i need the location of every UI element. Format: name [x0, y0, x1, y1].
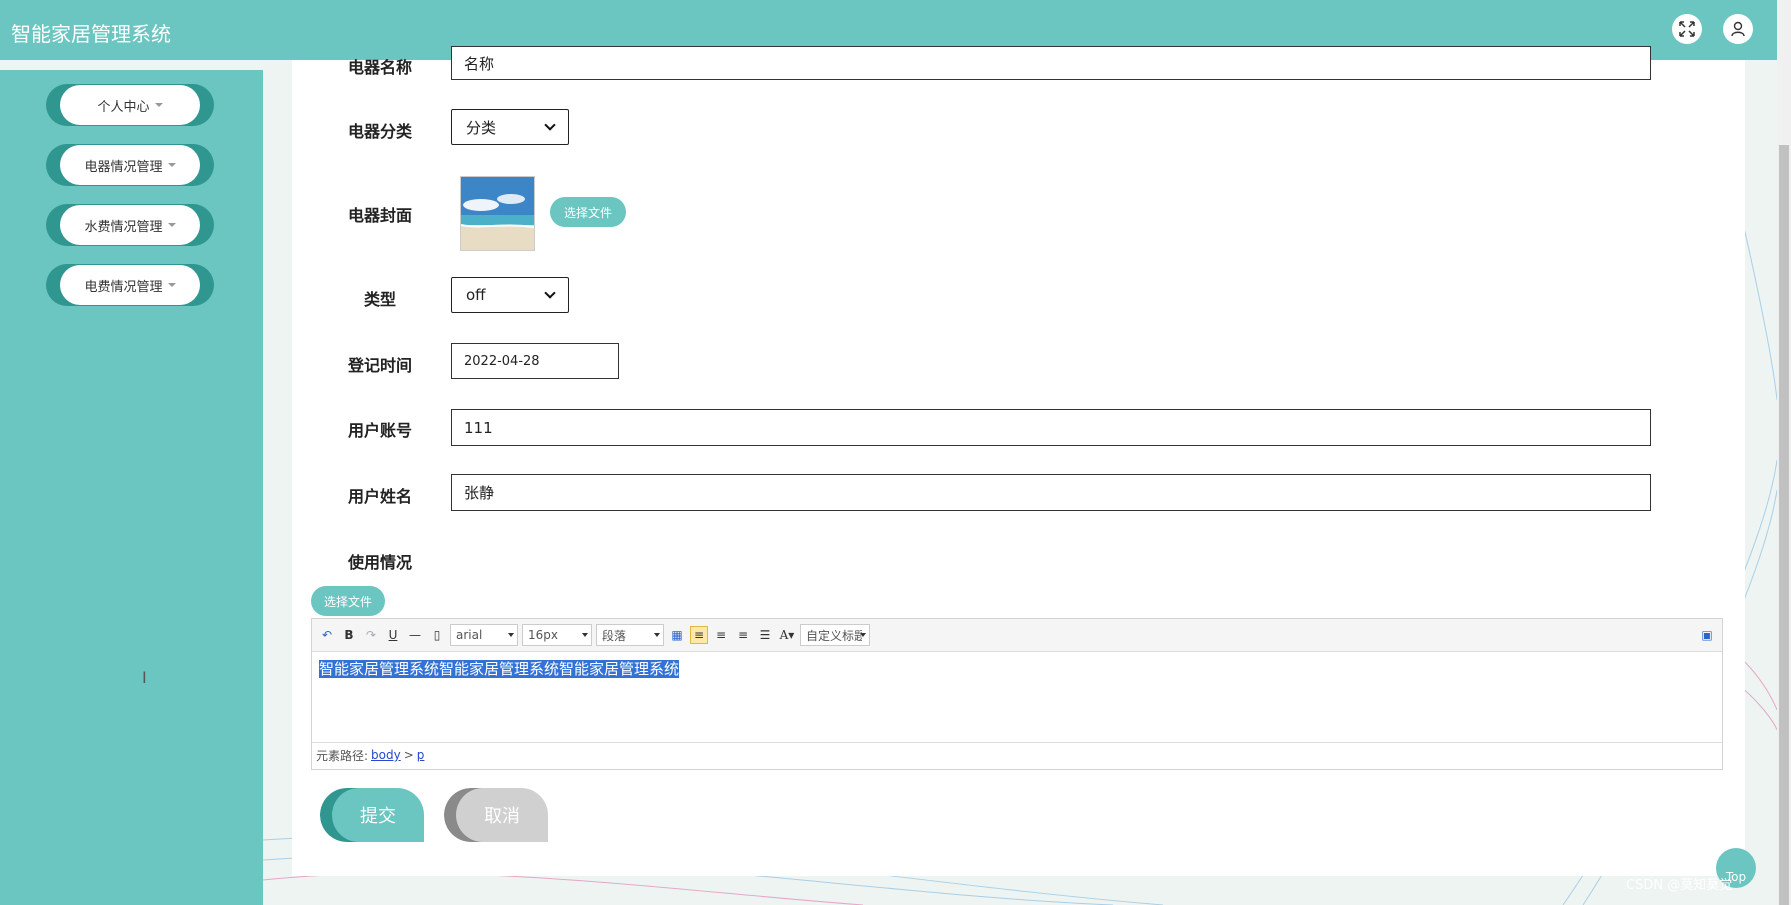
font-size-select[interactable]: 16px — [522, 624, 592, 646]
account-input[interactable]: 111 — [451, 409, 1651, 446]
form-card: 电器名称 名称 电器分类 分类 电器封面 选择文件 类型 off 登记时间 20… — [292, 46, 1745, 876]
reg-time-label: 登记时间 — [347, 356, 412, 375]
cover-label: 电器封面 — [347, 206, 412, 225]
user-button[interactable] — [1723, 14, 1753, 44]
preview-icon[interactable]: ▣ — [1698, 626, 1716, 644]
align-right-icon[interactable]: ≡ — [712, 626, 730, 644]
font-family-value: arial — [456, 628, 483, 642]
username-label: 用户姓名 — [347, 487, 412, 506]
caret-down-icon — [508, 633, 514, 637]
type-select[interactable]: off — [451, 277, 569, 313]
scrollbar-thumb[interactable] — [1779, 145, 1789, 905]
chevron-down-icon — [544, 119, 556, 131]
table-icon[interactable]: ▦ — [668, 626, 686, 644]
paragraph-select[interactable]: 段落 — [596, 624, 664, 646]
align-justify-icon[interactable]: ☰ — [756, 626, 774, 644]
font-size-value: 16px — [528, 628, 558, 642]
sidebar-item-label: 水费情况管理 — [84, 219, 163, 235]
caret-down-icon — [167, 283, 176, 287]
submit-button[interactable]: 提交 — [320, 788, 424, 842]
caret-down-icon — [154, 103, 163, 107]
cover-thumbnail — [460, 176, 535, 251]
align-left-icon[interactable]: ≡ — [690, 626, 708, 644]
reg-time-input[interactable]: 2022-04-28 — [451, 343, 619, 379]
username-input[interactable]: 张静 — [451, 474, 1651, 511]
element-path-label: 元素路径: — [316, 748, 369, 763]
paragraph-value: 段落 — [602, 628, 627, 643]
sidebar-item-water-fee-management[interactable]: 水费情况管理 — [46, 204, 214, 246]
caret-down-icon — [167, 223, 176, 227]
chevron-down-icon — [544, 287, 556, 299]
document-icon[interactable]: ▯ — [428, 626, 446, 644]
sidebar-item-appliance-management[interactable]: 电器情况管理 — [46, 144, 214, 186]
sidebar-item-label: 个人中心 — [97, 99, 150, 115]
submit-button-label: 提交 — [332, 788, 424, 842]
usage-label: 使用情况 — [347, 553, 412, 572]
sidebar-item-personal-center[interactable]: 个人中心 — [46, 84, 214, 126]
align-center-icon[interactable]: ≡ — [734, 626, 752, 644]
sidebar: 个人中心 电器情况管理 水费情况管理 电费情况管理 — [0, 70, 263, 905]
horizontal-rule-icon[interactable]: — — [406, 626, 424, 644]
rich-text-editor[interactable]: ↶ B ↷ U — ▯ arial 16px 段落 ▦ ≡ ≡ ≡ ☰ A▾ 自… — [311, 618, 1723, 770]
name-input[interactable]: 名称 — [451, 46, 1651, 80]
undo-icon[interactable]: ↶ — [318, 626, 336, 644]
caret-down-icon — [654, 633, 660, 637]
type-selected: off — [466, 286, 486, 304]
beach-image — [461, 177, 534, 250]
element-path-body-link[interactable]: body — [371, 748, 401, 762]
cancel-button-label: 取消 — [456, 788, 548, 842]
cancel-button[interactable]: 取消 — [444, 788, 548, 842]
watermark-text: CSDN @莫知莫觉 — [1626, 878, 1733, 893]
redo-icon[interactable]: ↷ — [362, 626, 380, 644]
fullscreen-button[interactable] — [1672, 14, 1702, 44]
editor-selected-text: 智能家居管理系统智能家居管理系统智能家居管理系统 — [319, 660, 680, 678]
type-label: 类型 — [363, 290, 396, 309]
editor-toolbar: ↶ B ↷ U — ▯ arial 16px 段落 ▦ ≡ ≡ ≡ ☰ A▾ 自… — [312, 619, 1722, 652]
editor-element-path: 元素路径: body > p — [312, 742, 1722, 767]
user-icon — [1731, 21, 1745, 37]
cover-choose-file-button[interactable]: 选择文件 — [550, 197, 626, 227]
name-label: 电器名称 — [347, 58, 412, 77]
sidebar-item-electricity-fee-management[interactable]: 电费情况管理 — [46, 264, 214, 306]
category-selected: 分类 — [466, 118, 497, 137]
text-cursor-icon: I — [142, 668, 147, 687]
caret-down-icon — [582, 633, 588, 637]
custom-title-value: 自定义标题 — [806, 628, 862, 643]
underline-icon[interactable]: U — [384, 626, 402, 644]
element-path-separator: > — [403, 748, 414, 762]
expand-icon — [1679, 21, 1695, 37]
font-color-icon[interactable]: A▾ — [778, 626, 796, 644]
font-family-select[interactable]: arial — [450, 624, 518, 646]
bold-icon[interactable]: B — [340, 626, 358, 644]
editor-content[interactable]: 智能家居管理系统智能家居管理系统智能家居管理系统 — [312, 652, 1722, 742]
category-select[interactable]: 分类 — [451, 109, 569, 145]
sidebar-item-label: 电费情况管理 — [84, 279, 163, 295]
caret-down-icon — [860, 633, 866, 637]
account-label: 用户账号 — [347, 421, 412, 440]
custom-title-select[interactable]: 自定义标题 — [800, 624, 870, 646]
caret-down-icon — [167, 163, 176, 167]
element-path-p-link[interactable]: p — [417, 748, 425, 762]
usage-choose-file-button[interactable]: 选择文件 — [311, 586, 385, 616]
category-label: 电器分类 — [347, 122, 412, 141]
sidebar-item-label: 电器情况管理 — [84, 159, 163, 175]
app-title: 智能家居管理系统 — [11, 22, 171, 46]
